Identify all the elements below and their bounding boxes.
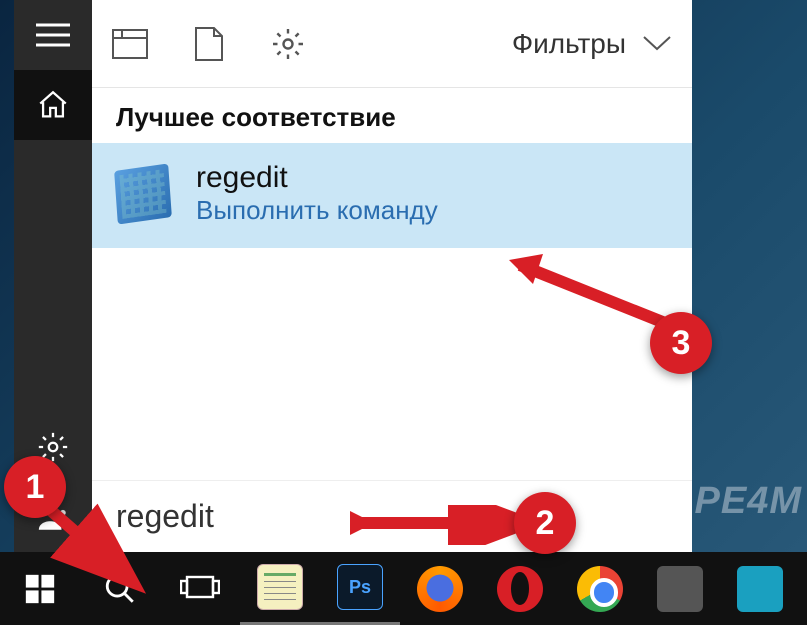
taskbar-app-7[interactable] (720, 552, 800, 625)
taskbar-app-firefox[interactable] (400, 552, 480, 625)
apps-tab-icon[interactable] (112, 29, 148, 59)
photoshop-icon: Ps (337, 564, 383, 610)
app-icon (657, 566, 703, 612)
task-view-button[interactable] (160, 552, 240, 625)
watermark: PE4M (695, 480, 802, 523)
home-button[interactable] (14, 70, 92, 140)
app-icon (737, 566, 783, 612)
result-subtitle: Выполнить команду (196, 195, 438, 226)
hamburger-menu-button[interactable] (14, 0, 92, 70)
result-title: regedit (196, 161, 438, 195)
opera-icon (497, 566, 543, 612)
chrome-icon (577, 566, 623, 612)
annotation-arrow-2 (350, 505, 530, 545)
regedit-icon (116, 167, 170, 221)
search-result-regedit[interactable]: regedit Выполнить команду (92, 143, 692, 248)
filters-dropdown[interactable]: Фильтры (512, 28, 672, 60)
filters-label: Фильтры (512, 28, 626, 60)
best-match-header: Лучшее соответствие (92, 88, 692, 143)
notepad-icon (257, 564, 303, 610)
documents-tab-icon[interactable] (194, 26, 224, 62)
annotation-badge-3: 3 (650, 312, 712, 374)
firefox-icon (417, 566, 463, 612)
taskbar-app-opera[interactable] (480, 552, 560, 625)
search-tabs-bar: Фильтры (92, 0, 692, 88)
settings-tab-icon[interactable] (270, 26, 306, 62)
annotation-badge-2: 2 (514, 492, 576, 554)
taskbar-app-6[interactable] (640, 552, 720, 625)
taskbar-app-chrome[interactable] (560, 552, 640, 625)
taskbar-app-notepad[interactable] (240, 552, 320, 625)
taskbar-app-photoshop[interactable]: Ps (320, 552, 400, 625)
annotation-badge-1: 1 (4, 456, 66, 518)
chevron-down-icon (642, 35, 672, 53)
